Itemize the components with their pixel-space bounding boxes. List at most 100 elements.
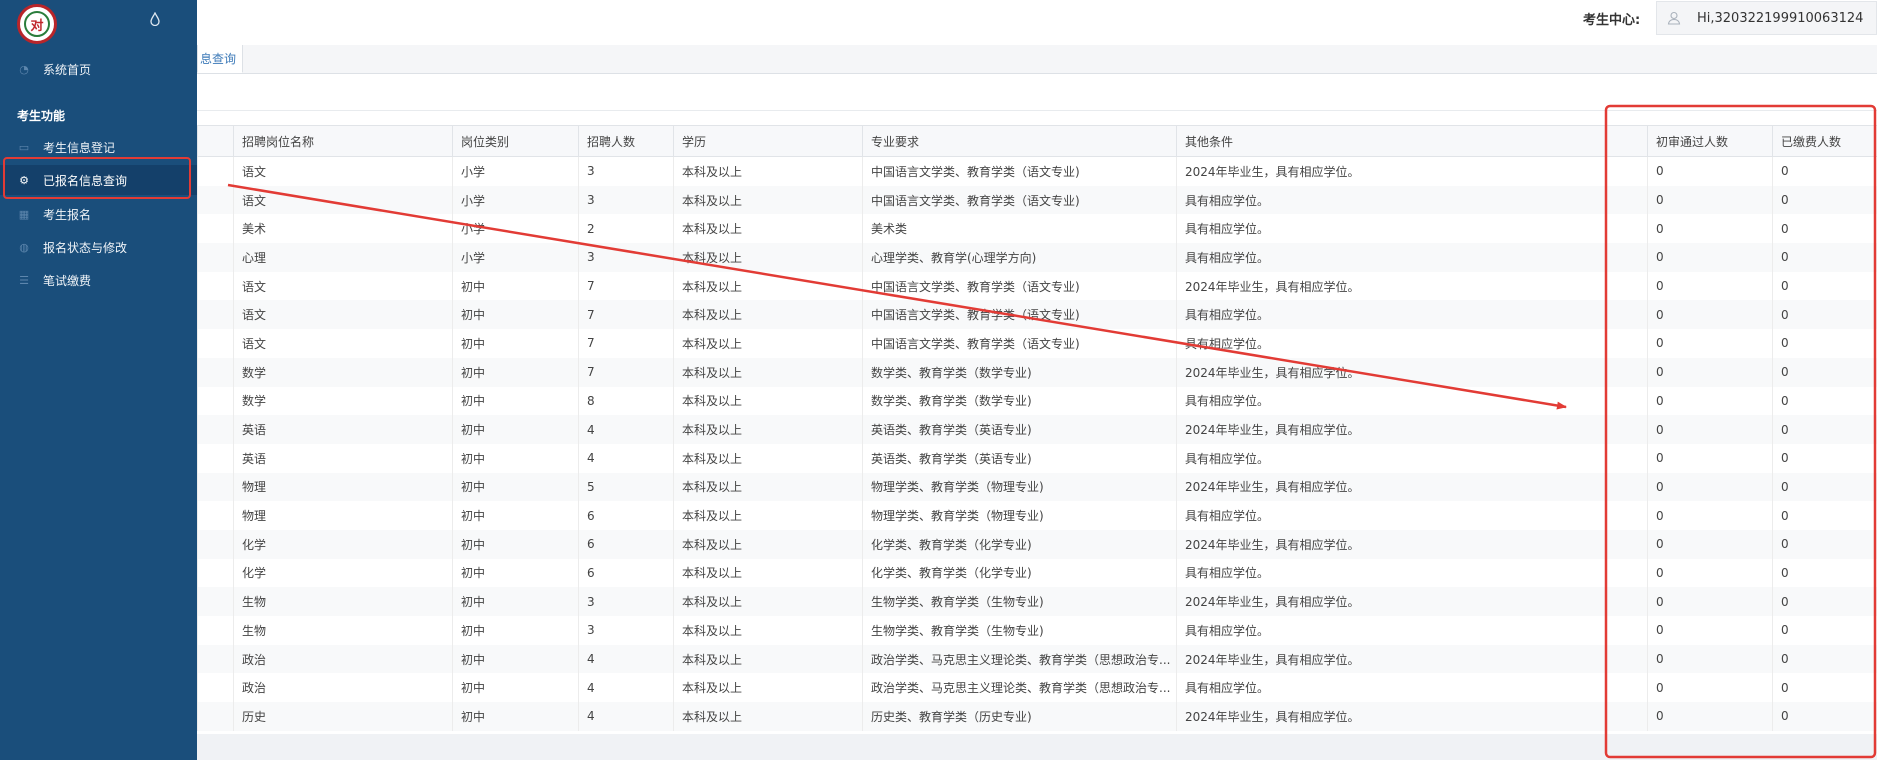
table-cell: 本科及以上 (673, 386, 863, 416)
table-cell: 3 (578, 156, 674, 186)
table-cell: 中国语言文学类、教育学类（语文专业) (862, 271, 1177, 301)
table-row[interactable]: 数学 初中 8 本科及以上 数学类、教育学类（数学专业) 具有相应学位。 0 0 (197, 386, 1877, 416)
column-header[interactable]: 岗位类别 (452, 125, 579, 157)
table-row[interactable]: 语文 初中 7 本科及以上 中国语言文学类、教育学类（语文专业) 具有相应学位。 0 0 (197, 329, 1877, 358)
table-row[interactable]: 历史 初中 4 本科及以上 历史类、教育学类（历史专业) 2024年毕业生，具有相应学位。… (197, 702, 1877, 731)
table-cell: 心理学类、教育学(心理学方向) (862, 243, 1177, 272)
table-cell: 本科及以上 (673, 415, 863, 444)
table-cell: 本科及以上 (673, 271, 863, 301)
table-cell: 0 (1647, 472, 1773, 502)
table-cell: 0 (1647, 386, 1773, 416)
table-cell: 具有相应学位。 (1176, 443, 1648, 473)
sidebar: 对 ◔ 系统首页 考生功能 ▭ 考生信息登记 ⚙ 已报名信息查询 ▦ 考生报名 … (0, 0, 197, 760)
table-cell: 具有相应学位。 (1176, 501, 1648, 530)
table-row[interactable]: 生物 初中 3 本科及以上 生物学类、教育学类（生物专业) 2024年毕业生，具有相应学位… (197, 587, 1877, 616)
sidebar-item-label: 考生信息登记 (43, 140, 116, 155)
table-cell: 7 (578, 271, 674, 301)
row-spacer-cell (197, 357, 234, 387)
table-cell: 2024年毕业生，具有相应学位。 (1176, 644, 1648, 674)
table-row[interactable]: 物理 初中 6 本科及以上 物理学类、教育学类（物理专业) 具有相应学位。 0 0 (197, 501, 1877, 530)
list-icon: ☰ (19, 273, 29, 287)
table-cell: 0 (1772, 472, 1877, 502)
sidebar-item-payment[interactable]: ☰ 笔试缴费 (0, 265, 197, 295)
row-spacer-cell (197, 300, 234, 330)
table-cell: 英语类、教育学类（英语专业) (862, 443, 1177, 473)
table-cell: 英语 (233, 415, 453, 444)
table-cell: 0 (1772, 529, 1877, 559)
table-cell: 4 (578, 702, 674, 731)
sidebar-item-home[interactable]: ◔ 系统首页 (0, 54, 197, 84)
table-cell: 0 (1772, 415, 1877, 444)
table-row[interactable]: 美术 小学 2 本科及以上 美术类 具有相应学位。 0 0 (197, 214, 1877, 244)
row-spacer-cell (197, 243, 234, 272)
table-cell: 具有相应学位。 (1176, 185, 1648, 215)
table-cell: 中国语言文学类、教育学类（语文专业) (862, 300, 1177, 330)
table-row[interactable]: 政治 初中 4 本科及以上 政治学类、马克思主义理论类、教育学类（思想政治专... 202… (197, 644, 1877, 674)
table-cell: 生物学类、教育学类（生物专业) (862, 587, 1177, 616)
table-cell: 0 (1647, 587, 1773, 616)
table-cell: 0 (1647, 329, 1773, 358)
table-cell: 4 (578, 443, 674, 473)
column-header[interactable]: 专业要求 (862, 125, 1177, 157)
table-cell: 7 (578, 357, 674, 387)
table-cell: 0 (1647, 501, 1773, 530)
table-cell: 具有相应学位。 (1176, 214, 1648, 244)
column-header[interactable]: 学历 (673, 125, 863, 157)
water-drop-icon[interactable] (150, 12, 160, 26)
table-cell: 数学类、教育学类（数学专业) (862, 386, 1177, 416)
column-header[interactable]: 招聘岗位名称 (233, 125, 453, 157)
table-cell: 初中 (452, 329, 579, 358)
table-cell: 0 (1647, 185, 1773, 215)
table-cell: 0 (1772, 616, 1877, 645)
table-cell: 初中 (452, 702, 579, 731)
user-greeting: Hi,320322199910063124 (1697, 10, 1864, 26)
sidebar-item-status[interactable]: ◍ 报名状态与修改 (0, 232, 197, 262)
table-cell: 本科及以上 (673, 243, 863, 272)
table-cell: 具有相应学位。 (1176, 558, 1648, 588)
table-cell: 化学 (233, 558, 453, 588)
table-cell: 美术类 (862, 214, 1177, 244)
tab-query[interactable]: 息查询 (197, 45, 243, 73)
table-cell: 2 (578, 214, 674, 244)
row-spacer-cell (197, 329, 234, 358)
column-header[interactable]: 其他条件 (1176, 125, 1648, 157)
table-cell: 英语类、教育学类（英语专业) (862, 415, 1177, 444)
table-cell: 物理学类、教育学类（物理专业) (862, 472, 1177, 502)
table-cell: 4 (578, 644, 674, 674)
table-row[interactable]: 化学 初中 6 本科及以上 化学类、教育学类（化学专业) 2024年毕业生，具有相应学位。… (197, 529, 1877, 559)
row-spacer-cell (197, 644, 234, 674)
user-center-label: 考生中心: (1583, 13, 1641, 28)
column-header[interactable]: 已缴费人数 (1772, 125, 1877, 157)
table-row[interactable]: 心理 小学 3 本科及以上 心理学类、教育学(心理学方向) 具有相应学位。 0 0 (197, 243, 1877, 272)
sidebar-item-apply[interactable]: ▦ 考生报名 (0, 199, 197, 229)
table-cell: 0 (1772, 243, 1877, 272)
user-info-box[interactable]: Hi,320322199910063124 (1656, 1, 1877, 35)
table-cell: 数学 (233, 386, 453, 416)
table-row[interactable]: 语文 初中 7 本科及以上 中国语言文学类、教育学类（语文专业) 2024年毕业生，具有相… (197, 271, 1877, 301)
table-cell: 政治学类、马克思主义理论类、教育学类（思想政治专... (862, 644, 1177, 674)
row-spacer-cell (197, 156, 234, 186)
table-row[interactable]: 化学 初中 6 本科及以上 化学类、教育学类（化学专业) 具有相应学位。 0 0 (197, 558, 1877, 588)
table-cell: 0 (1647, 300, 1773, 330)
table-cell: 本科及以上 (673, 357, 863, 387)
table-cell: 语文 (233, 185, 453, 215)
table-cell: 初中 (452, 472, 579, 502)
column-header[interactable]: 初审通过人数 (1647, 125, 1773, 157)
table-row[interactable]: 数学 初中 7 本科及以上 数学类、教育学类（数学专业) 2024年毕业生，具有相应学位。… (197, 357, 1877, 387)
table-cell: 生物 (233, 587, 453, 616)
table-cell: 初中 (452, 616, 579, 645)
tab-bar: 息查询 (197, 45, 1877, 74)
table-row[interactable]: 语文 小学 3 本科及以上 中国语言文学类、教育学类（语文专业) 具有相应学位。 0 0 (197, 185, 1877, 215)
table-row[interactable]: 物理 初中 5 本科及以上 物理学类、教育学类（物理专业) 2024年毕业生，具有相应学位… (197, 472, 1877, 502)
table-cell: 英语 (233, 443, 453, 473)
table-row[interactable]: 英语 初中 4 本科及以上 英语类、教育学类（英语专业) 具有相应学位。 0 0 (197, 443, 1877, 473)
table-row[interactable]: 生物 初中 3 本科及以上 生物学类、教育学类（生物专业) 具有相应学位。 0 0 (197, 616, 1877, 645)
table-row[interactable]: 政治 初中 4 本科及以上 政治学类、马克思主义理论类、教育学类（思想政治专... 具有相… (197, 673, 1877, 703)
table-cell: 语文 (233, 156, 453, 186)
table-cell: 历史 (233, 702, 453, 731)
table-row[interactable]: 语文 小学 3 本科及以上 中国语言文学类、教育学类（语文专业) 2024年毕业生，具有相… (197, 156, 1877, 186)
table-row[interactable]: 英语 初中 4 本科及以上 英语类、教育学类（英语专业) 2024年毕业生，具有相应学位。… (197, 415, 1877, 444)
table-cell: 小学 (452, 185, 579, 215)
table-row[interactable]: 语文 初中 7 本科及以上 中国语言文学类、教育学类（语文专业) 具有相应学位。 0 0 (197, 300, 1877, 330)
column-header[interactable]: 招聘人数 (578, 125, 674, 157)
